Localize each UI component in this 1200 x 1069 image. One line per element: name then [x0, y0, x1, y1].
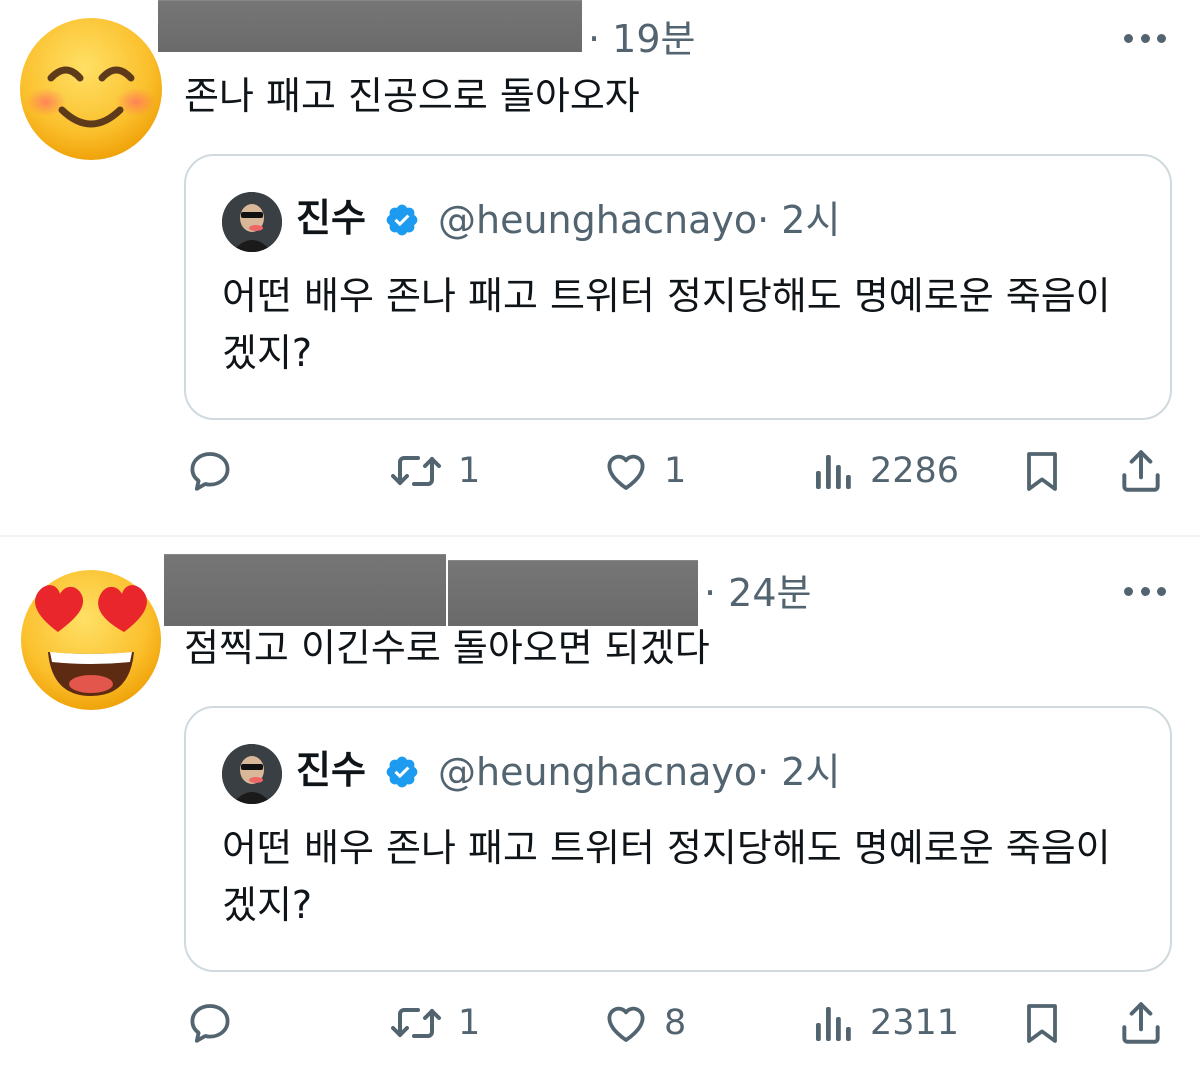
bookmark-button[interactable] — [1018, 993, 1066, 1053]
views-button[interactable]: 2286 — [812, 441, 959, 501]
quoted-avatar[interactable] — [222, 744, 282, 804]
like-icon — [607, 454, 645, 490]
quoted-text: 어떤 배우 존나 패고 트위터 정지당해도 명예로운 죽음이겠지? — [222, 274, 1111, 375]
views-button[interactable]: 2311 — [812, 993, 959, 1053]
views-icon — [816, 1007, 851, 1041]
post-text: 존나 패고 진공으로 돌아오자 — [184, 74, 640, 118]
reply-button[interactable] — [186, 441, 234, 501]
quoted-handle: @heunghacnayo — [438, 750, 758, 794]
quoted-handle: @heunghacnayo — [438, 198, 758, 242]
share-icon — [1122, 450, 1160, 492]
verified-badge-icon — [386, 756, 418, 788]
more-icon[interactable] — [1124, 585, 1166, 597]
quoted-display-name: 진수 — [296, 748, 366, 792]
quoted-time: · 2시 — [757, 750, 841, 794]
reply-button[interactable] — [186, 993, 234, 1053]
views-count: 2286 — [870, 451, 960, 491]
views-count: 2311 — [870, 1003, 960, 1043]
redacted-name — [158, 0, 582, 52]
reply-icon — [190, 1004, 230, 1043]
tweet[interactable]: · 19분 존나 패고 진공으로 돌아오자 진수 @heunghacnayo· … — [0, 0, 1200, 536]
redacted-name — [164, 554, 446, 626]
like-button[interactable]: 8 — [602, 993, 686, 1053]
bookmark-icon — [1027, 1004, 1057, 1043]
quoted-avatar[interactable] — [222, 192, 282, 252]
retweet-button[interactable]: 1 — [388, 993, 480, 1053]
post-text: 점찍고 이긴수로 돌아오면 되겠다 — [184, 626, 710, 670]
like-count: 1 — [664, 451, 687, 491]
retweet-icon — [391, 456, 441, 486]
avatar[interactable] — [18, 14, 164, 160]
retweet-count: 1 — [458, 1003, 481, 1043]
bookmark-button[interactable] — [1018, 441, 1066, 501]
tweet[interactable]: · 24분 점찍고 이긴수로 돌아오면 되겠다 진수 @heunghacnayo… — [0, 537, 1200, 1069]
views-icon — [816, 455, 851, 489]
quoted-handle-time: @heunghacnayo· 2시 — [438, 750, 840, 796]
quoted-display-name: 진수 — [296, 196, 366, 240]
retweet-icon — [391, 1008, 441, 1038]
share-button[interactable] — [1116, 441, 1166, 501]
action-bar: 1 8 2311 — [0, 993, 1200, 1053]
like-button[interactable]: 1 — [602, 441, 686, 501]
quoted-tweet[interactable]: 진수 @heunghacnayo· 2시 어떤 배우 존나 패고 트위터 정지당… — [184, 154, 1172, 420]
avatar[interactable] — [18, 564, 164, 710]
quoted-handle-time: @heunghacnayo· 2시 — [438, 198, 840, 244]
action-bar: 1 1 2286 — [0, 441, 1200, 501]
verified-badge-icon — [386, 204, 418, 236]
bookmark-icon — [1027, 452, 1057, 491]
quoted-time: · 2시 — [757, 198, 841, 242]
quoted-tweet[interactable]: 진수 @heunghacnayo· 2시 어떤 배우 존나 패고 트위터 정지당… — [184, 706, 1172, 972]
redacted-handle — [448, 560, 698, 626]
retweet-count: 1 — [458, 451, 481, 491]
post-time: · 19분 — [588, 17, 696, 61]
like-count: 8 — [664, 1003, 687, 1043]
more-icon[interactable] — [1124, 32, 1166, 44]
reply-icon — [190, 452, 230, 491]
share-icon — [1122, 1002, 1160, 1044]
post-time: · 24분 — [704, 571, 812, 615]
like-icon — [607, 1006, 645, 1042]
share-button[interactable] — [1116, 993, 1166, 1053]
retweet-button[interactable]: 1 — [388, 441, 480, 501]
quoted-text: 어떤 배우 존나 패고 트위터 정지당해도 명예로운 죽음이겠지? — [222, 826, 1111, 927]
